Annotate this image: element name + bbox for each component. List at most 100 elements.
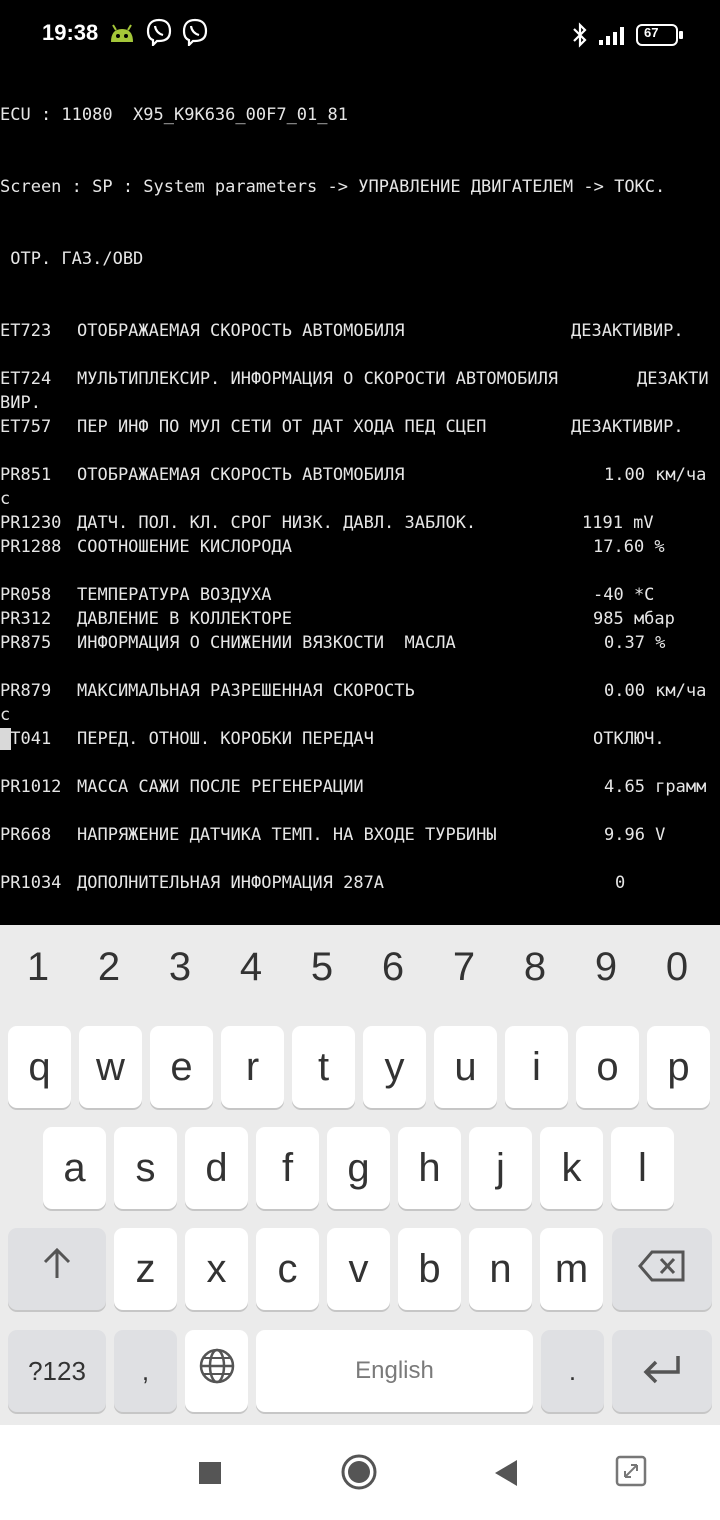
screen-line-cont: ОТР. ГАЗ./OBD: [0, 249, 144, 269]
key-v[interactable]: v: [327, 1228, 390, 1310]
status-bar: 19:38 67: [0, 0, 720, 60]
param-code: PR875: [0, 633, 52, 653]
viber-icon: [182, 18, 208, 50]
ecu-line: ECU : 11080 X95_K9K636_00F7_01_81: [0, 105, 348, 125]
backspace-icon: [638, 1247, 686, 1292]
key-n[interactable]: n: [469, 1228, 532, 1310]
key-x[interactable]: x: [185, 1228, 248, 1310]
param-code: ET724: [0, 369, 52, 389]
back-triangle-icon[interactable]: [493, 1459, 519, 1491]
number-row: 1234567890: [0, 925, 720, 1020]
number-key-9[interactable]: 9: [576, 945, 636, 990]
param-description: ИНФОРМАЦИЯ О СНИЖЕНИИ ВЯЗКОСТИ МАСЛА: [77, 633, 456, 653]
home-circle-icon[interactable]: [340, 1453, 378, 1495]
param-value: ДЕЗАКТИВИР.: [571, 321, 684, 341]
param-value: 1.00 км/ча: [604, 465, 707, 485]
param-description: ТЕМПЕРАТУРА ВОЗДУХА: [77, 585, 272, 605]
key-m[interactable]: m: [540, 1228, 603, 1310]
bluetooth-icon: [570, 22, 590, 52]
key-j[interactable]: j: [469, 1127, 532, 1209]
param-row: ET757 ПЕР ИНФ ПО МУЛ СЕТИ ОТ ДАТ ХОДА ПЕД…: [0, 415, 720, 439]
key-t[interactable]: t: [292, 1026, 355, 1108]
param-value: ОТКЛЮЧ.: [593, 729, 665, 749]
param-description: МАКСИМАЛЬНАЯ РАЗРЕШЕННАЯ СКОРОСТЬ: [77, 681, 415, 701]
param-value: 0.37 %: [604, 633, 666, 653]
param-code: PR1034: [0, 873, 62, 893]
key-a[interactable]: a: [43, 1127, 106, 1209]
param-code: PR879: [0, 681, 52, 701]
key-s[interactable]: s: [114, 1127, 177, 1209]
number-key-7[interactable]: 7: [434, 945, 494, 990]
key-g[interactable]: g: [327, 1127, 390, 1209]
language-key[interactable]: [185, 1330, 248, 1412]
symbols-key[interactable]: ?123: [8, 1330, 106, 1412]
period-key[interactable]: .: [541, 1330, 604, 1412]
number-key-6[interactable]: 6: [363, 945, 423, 990]
number-key-4[interactable]: 4: [221, 945, 281, 990]
number-key-2[interactable]: 2: [79, 945, 139, 990]
param-value: ДЕЗАКТИВИР.: [571, 417, 684, 437]
number-key-1[interactable]: 1: [8, 945, 68, 990]
param-description: ДАВЛЕНИЕ В КОЛЛЕКТОРЕ: [77, 609, 292, 629]
screenshot-icon[interactable]: [615, 1455, 647, 1491]
key-r[interactable]: r: [221, 1026, 284, 1108]
key-z[interactable]: z: [114, 1228, 177, 1310]
key-y[interactable]: y: [363, 1026, 426, 1108]
param-value: 0.00 км/ча: [604, 681, 707, 701]
screen-line: Screen : SP : System parameters -> УПРАВ…: [0, 177, 666, 197]
param-row: PR875 ИНФОРМАЦИЯ О СНИЖЕНИИ ВЯЗКОСТИ МАСЛ…: [0, 631, 720, 655]
param-value-wrap: ВИР.: [0, 393, 41, 413]
key-i[interactable]: i: [505, 1026, 568, 1108]
param-description: ОТОБРАЖАЕМАЯ СКОРОСТЬ АВТОМОБИЛЯ: [77, 465, 405, 485]
number-key-3[interactable]: 3: [150, 945, 210, 990]
param-value: -40 *C: [593, 585, 655, 605]
number-key-5[interactable]: 5: [292, 945, 352, 990]
key-q[interactable]: q: [8, 1026, 71, 1108]
globe-icon: [198, 1347, 236, 1395]
number-key-8[interactable]: 8: [505, 945, 565, 990]
key-d[interactable]: d: [185, 1127, 248, 1209]
key-k[interactable]: k: [540, 1127, 603, 1209]
key-w[interactable]: w: [79, 1026, 142, 1108]
soft-keyboard: 1234567890 qwertyuiop asdfghjkl zxcvbnm …: [0, 925, 720, 1425]
key-b[interactable]: b: [398, 1228, 461, 1310]
enter-key[interactable]: [612, 1330, 712, 1412]
param-code: PR058: [0, 585, 52, 605]
square-icon[interactable]: [198, 1461, 222, 1489]
terminal-output[interactable]: ECU : 11080 X95_K9K636_00F7_01_81 Screen…: [0, 55, 720, 925]
space-bar[interactable]: English: [256, 1330, 533, 1412]
enter-icon: [640, 1349, 684, 1394]
param-description: ДАТЧ. ПОЛ. КЛ. СРОГ НИЗК. ДАВЛ. ЗАБЛОК.: [77, 513, 477, 533]
param-row: ET723 ОТОБРАЖАЕМАЯ СКОРОСТЬ АВТОМОБИЛЯ ДЕЗ…: [0, 319, 720, 343]
key-h[interactable]: h: [398, 1127, 461, 1209]
number-key-0[interactable]: 0: [647, 945, 707, 990]
navigation-bar: [0, 1425, 720, 1520]
param-value: 0: [615, 873, 626, 893]
key-l[interactable]: l: [611, 1127, 674, 1209]
key-e[interactable]: e: [150, 1026, 213, 1108]
param-code: ET757: [0, 417, 52, 437]
battery-level: 67: [644, 25, 659, 40]
param-row: PR058 ТЕМПЕРАТУРА ВОЗДУХА -40 *C: [0, 583, 720, 607]
param-row: PR1288 СООТНОШЕНИЕ КИСЛОРОДА 17.60 %: [0, 535, 720, 559]
android-icon: [108, 20, 136, 50]
comma-key[interactable]: ,: [114, 1330, 177, 1412]
param-description: МУЛЬТИПЛЕКСИР. ИНФОРМАЦИЯ О СКОРОСТИ АВТ…: [77, 369, 559, 389]
key-o[interactable]: o: [576, 1026, 639, 1108]
backspace-key[interactable]: [612, 1228, 712, 1310]
param-value-wrap: с: [0, 705, 11, 725]
key-p[interactable]: p: [647, 1026, 710, 1108]
param-description: НАПРЯЖЕНИЕ ДАТЧИКА ТЕМП. НА ВХОДЕ ТУРБИН…: [77, 825, 497, 845]
key-f[interactable]: f: [256, 1127, 319, 1209]
param-description: ОТОБРАЖАЕМАЯ СКОРОСТЬ АВТОМОБИЛЯ: [77, 321, 405, 341]
param-row: PR1034 ДОПОЛНИТЕЛЬНАЯ ИНФОРМАЦИЯ 287А 0: [0, 871, 720, 895]
key-c[interactable]: c: [256, 1228, 319, 1310]
key-u[interactable]: u: [434, 1026, 497, 1108]
shift-key[interactable]: [8, 1228, 106, 1310]
param-code: PR312: [0, 609, 52, 629]
